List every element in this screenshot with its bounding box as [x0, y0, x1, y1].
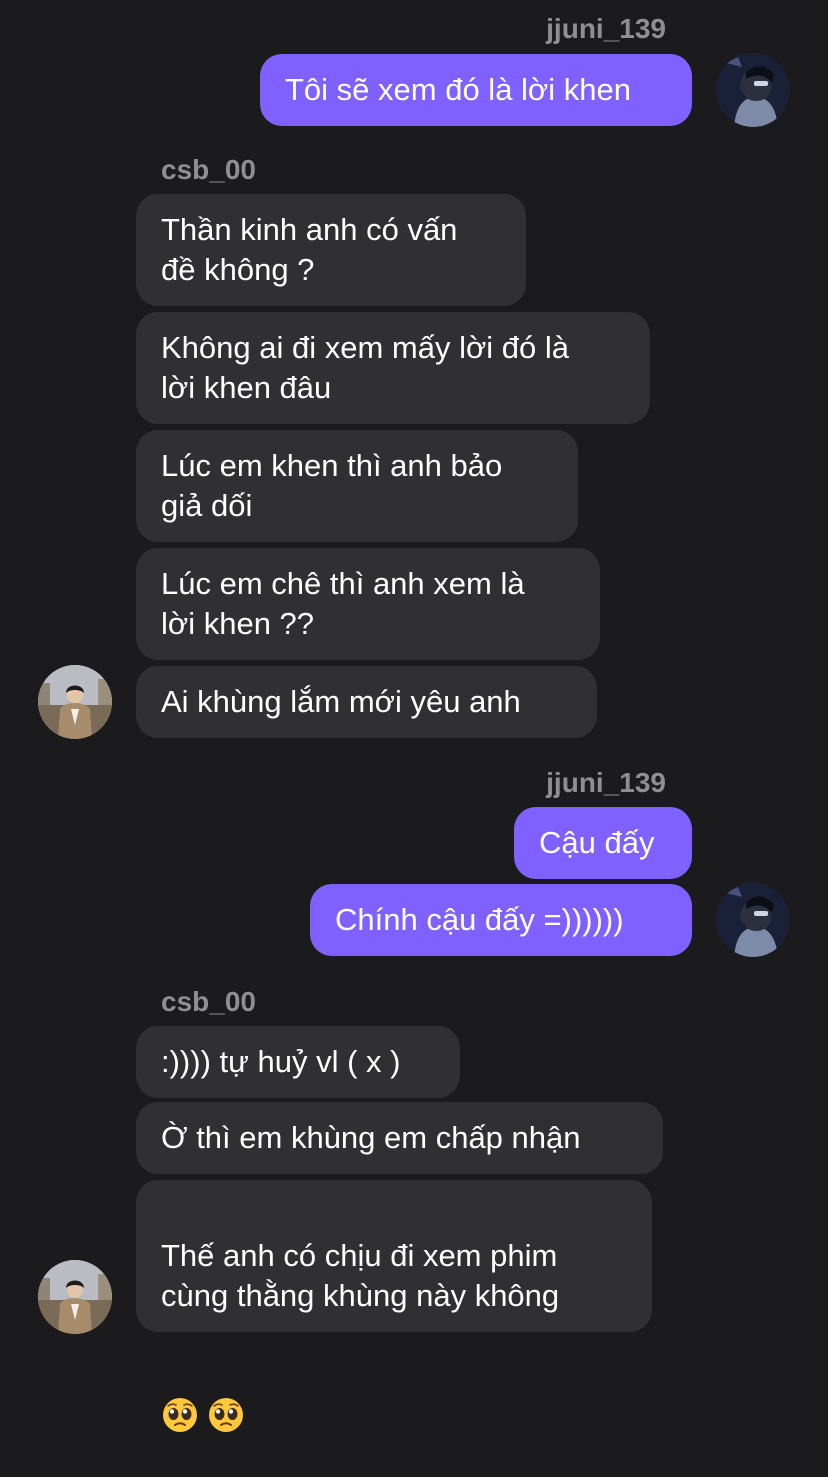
sender-name-csb: csb_00	[161, 154, 256, 185]
message-bubble-incoming[interactable]: Không ai đi xem mấy lời đó là lời khen đ…	[136, 312, 650, 424]
sender-name-jjuni: jjuni_139	[546, 767, 666, 798]
message-text: Thế anh có chịu đi xem phim cùng thằng k…	[161, 1238, 560, 1313]
avatar-photo-icon	[716, 53, 790, 127]
message-bubble-incoming[interactable]: Ai khùng lắm mới yêu anh	[136, 666, 597, 738]
message-bubble-incoming[interactable]: Thế anh có chịu đi xem phim cùng thằng k…	[136, 1180, 652, 1432]
message-bubble-outgoing[interactable]: Chính cậu đấy =))))))	[310, 884, 692, 956]
message-bubble-incoming[interactable]: Thần kinh anh có vấn đề không ?	[136, 194, 526, 306]
message-bubble-incoming[interactable]: Ờ thì em khùng em chấp nhận	[136, 1102, 663, 1174]
message-bubble-outgoing[interactable]: Tôi sẽ xem đó là lời khen	[260, 54, 692, 126]
avatar-photo-icon	[38, 665, 112, 739]
message-bubble-outgoing[interactable]: Cậu đấy	[514, 807, 692, 879]
avatar-photo-icon	[38, 1260, 112, 1334]
pleading-face-emoji-icon	[161, 1356, 199, 1432]
avatar-jjuni[interactable]	[716, 883, 790, 957]
avatar-csb[interactable]	[38, 665, 112, 739]
message-bubble-incoming[interactable]: Lúc em chê thì anh xem là lời khen ??	[136, 548, 600, 660]
sender-name-csb: csb_00	[161, 986, 256, 1017]
message-bubble-incoming[interactable]: Lúc em khen thì anh bảo giả dối	[136, 430, 578, 542]
avatar-jjuni[interactable]	[716, 53, 790, 127]
avatar-csb[interactable]	[38, 1260, 112, 1334]
pleading-face-emoji-icon	[207, 1356, 245, 1432]
avatar-photo-icon	[716, 883, 790, 957]
sender-name-jjuni: jjuni_139	[546, 13, 666, 44]
message-bubble-incoming[interactable]: :)))) tự huỷ vl ( x )	[136, 1026, 460, 1098]
emoji-row	[161, 1316, 627, 1437]
